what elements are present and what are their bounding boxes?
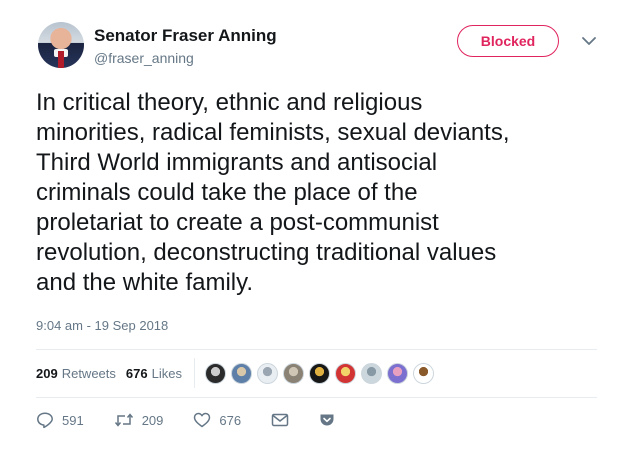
- retweet-count: 209: [141, 412, 164, 428]
- avatar-cartoon-icon[interactable]: [386, 362, 408, 384]
- avatar-light-pattern-icon[interactable]: [256, 362, 278, 384]
- author-avatar[interactable]: [38, 22, 84, 68]
- retweets-stat-label: Retweets: [61, 365, 116, 381]
- like-count: 676: [219, 412, 242, 428]
- retweet-action[interactable]: 209: [114, 412, 164, 428]
- avatar-dark-face-icon[interactable]: [308, 362, 330, 384]
- avatar-coin-icon[interactable]: [282, 362, 304, 384]
- likes-stat-label: Likes: [151, 365, 182, 381]
- tweet-card: Senator Fraser Anning @fraser_anning Blo…: [0, 0, 625, 468]
- stats-separator: [193, 358, 195, 388]
- avatar-landscape-icon[interactable]: [230, 362, 252, 384]
- reply-icon: [36, 411, 54, 429]
- author-name[interactable]: Senator Fraser Anning: [94, 26, 277, 46]
- divider-top: [36, 349, 597, 350]
- tweet-header: Senator Fraser Anning @fraser_anning Blo…: [38, 22, 605, 74]
- reply-action[interactable]: 591: [36, 411, 84, 429]
- like-action[interactable]: 676: [193, 412, 241, 428]
- retweet-icon: [114, 412, 134, 428]
- tweet-actions: 591 209 676: [36, 408, 597, 432]
- envelope-icon: [271, 413, 289, 427]
- avatar-cowboy-icon[interactable]: [412, 362, 434, 384]
- tweet-timestamp[interactable]: 9:04 am - 19 Sep 2018: [36, 318, 168, 333]
- direct-message-action[interactable]: [271, 413, 289, 427]
- author-handle[interactable]: @fraser_anning: [94, 50, 194, 66]
- divider-bottom: [36, 397, 597, 398]
- pocket-icon: [319, 413, 335, 427]
- likes-stat-count: 676: [125, 365, 148, 381]
- chevron-down-icon[interactable]: [581, 34, 597, 48]
- tweet-stats: 209 Retweets 676 Likes: [36, 355, 597, 391]
- save-action[interactable]: [319, 413, 335, 427]
- reply-count: 591: [62, 412, 84, 428]
- tweet-text: In critical theory, ethnic and religious…: [36, 89, 510, 296]
- retweets-stat-count: 209: [36, 365, 58, 381]
- blocked-button[interactable]: Blocked: [457, 25, 559, 57]
- heart-icon: [193, 412, 211, 428]
- liker-avatars: [204, 362, 439, 384]
- likes-stat[interactable]: 676 Likes: [126, 366, 182, 381]
- retweets-stat[interactable]: 209 Retweets: [36, 366, 116, 381]
- avatar-dark-pattern-icon[interactable]: [204, 362, 226, 384]
- avatar-tie: [58, 51, 64, 68]
- avatar-default-icon[interactable]: [360, 362, 382, 384]
- avatar-red-cap-icon[interactable]: [334, 362, 356, 384]
